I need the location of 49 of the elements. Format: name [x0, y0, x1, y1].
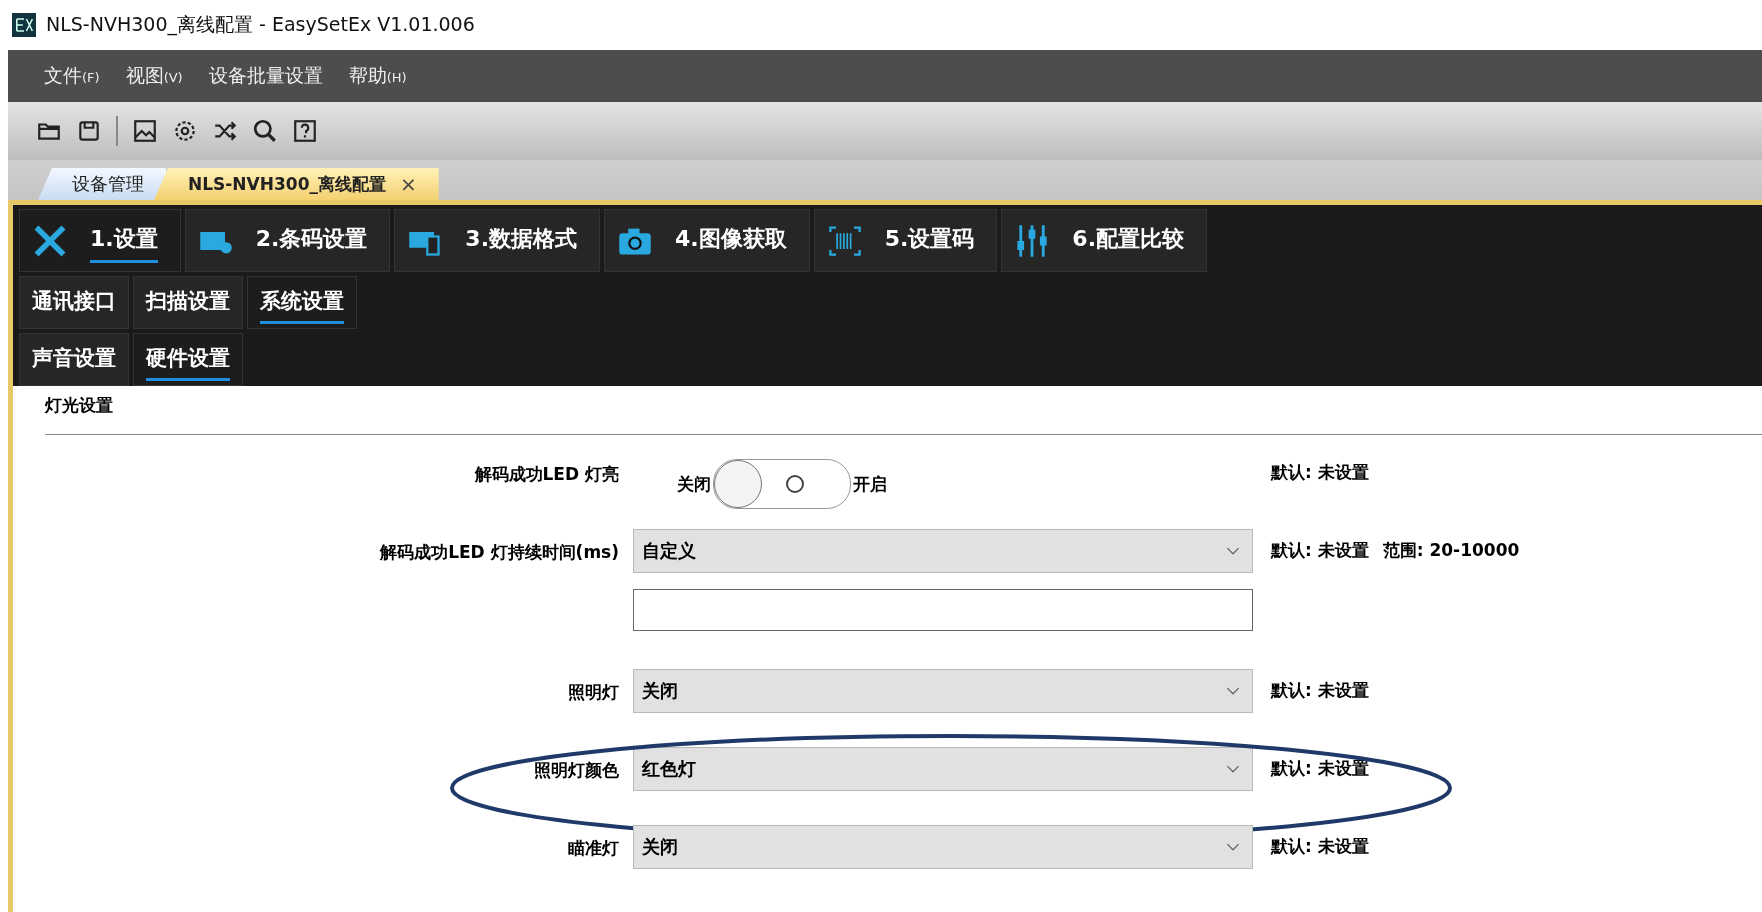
sub-tab[interactable]: 系统设置: [247, 276, 357, 329]
search-icon[interactable]: [252, 118, 278, 144]
menu-item[interactable]: 视图(V): [125, 63, 183, 89]
sub-tab[interactable]: 通讯接口: [19, 276, 129, 329]
sub-tab[interactable]: 声音设置: [19, 333, 129, 386]
help-icon[interactable]: [292, 118, 318, 144]
section-title: 灯光设置: [43, 394, 114, 417]
menu-item[interactable]: 帮助(H): [348, 63, 407, 89]
input-field[interactable]: [633, 589, 1253, 631]
chevron-icon: [1226, 546, 1240, 556]
setting-label: 解码成功LED 灯持续时间(ms): [378, 541, 620, 564]
default-value: 默认: 未设置: [1271, 461, 1369, 484]
toggle-on-label: 开启: [853, 472, 887, 496]
document-tab[interactable]: 设备管理: [38, 168, 166, 200]
window-title: NLS-NVH300_离线配置 - EasySetEx V1.01.006: [46, 12, 475, 38]
main-tab[interactable]: 5.设置码: [813, 209, 998, 272]
main-tab[interactable]: 4.图像获取: [604, 209, 810, 272]
setting-label: 瞄准灯: [567, 837, 620, 860]
toggle-off-label: 关闭: [677, 472, 711, 496]
dropdown[interactable]: 自定义: [633, 529, 1253, 573]
default-value: 默认: 未设置: [1271, 679, 1369, 702]
settings-icon[interactable]: [172, 118, 198, 144]
document-tab[interactable]: NLS-NVH300_离线配置 ×: [154, 168, 439, 200]
main-tab[interactable]: 1.设置: [19, 209, 181, 272]
range-text: 范围: 20-10000: [1382, 539, 1520, 562]
dropdown[interactable]: 关闭: [633, 825, 1253, 869]
dropdown[interactable]: 红色灯: [633, 747, 1253, 791]
chevron-icon: [1226, 686, 1240, 696]
sub-tab[interactable]: 硬件设置: [133, 333, 243, 386]
save-icon[interactable]: [76, 118, 102, 144]
default-value: 默认: 未设置: [1271, 757, 1369, 780]
main-tab[interactable]: 6.配置比较: [1001, 209, 1208, 272]
default-value: 默认: 未设置: [1271, 539, 1369, 562]
chevron-icon: [1226, 764, 1240, 774]
setting-label: 照明灯: [567, 681, 620, 704]
menu-item[interactable]: 文件(F): [44, 63, 100, 89]
main-tab[interactable]: 3.数据格式: [394, 209, 600, 272]
menu-item[interactable]: 设备批量设置: [208, 63, 323, 89]
main-tab[interactable]: 2.条码设置: [184, 209, 391, 272]
close-icon[interactable]: ×: [399, 172, 417, 196]
image-icon[interactable]: [132, 118, 158, 144]
default-value: 默认: 未设置: [1271, 835, 1369, 858]
dropdown[interactable]: 关闭: [633, 669, 1253, 713]
sub-tab[interactable]: 扫描设置: [133, 276, 243, 329]
setting-label: 照明灯颜色: [533, 759, 620, 782]
chevron-icon: [1226, 842, 1240, 852]
app-logo-icon: [12, 13, 36, 37]
toggle-switch[interactable]: [713, 459, 851, 509]
setting-label: 解码成功LED 灯亮: [473, 463, 620, 486]
